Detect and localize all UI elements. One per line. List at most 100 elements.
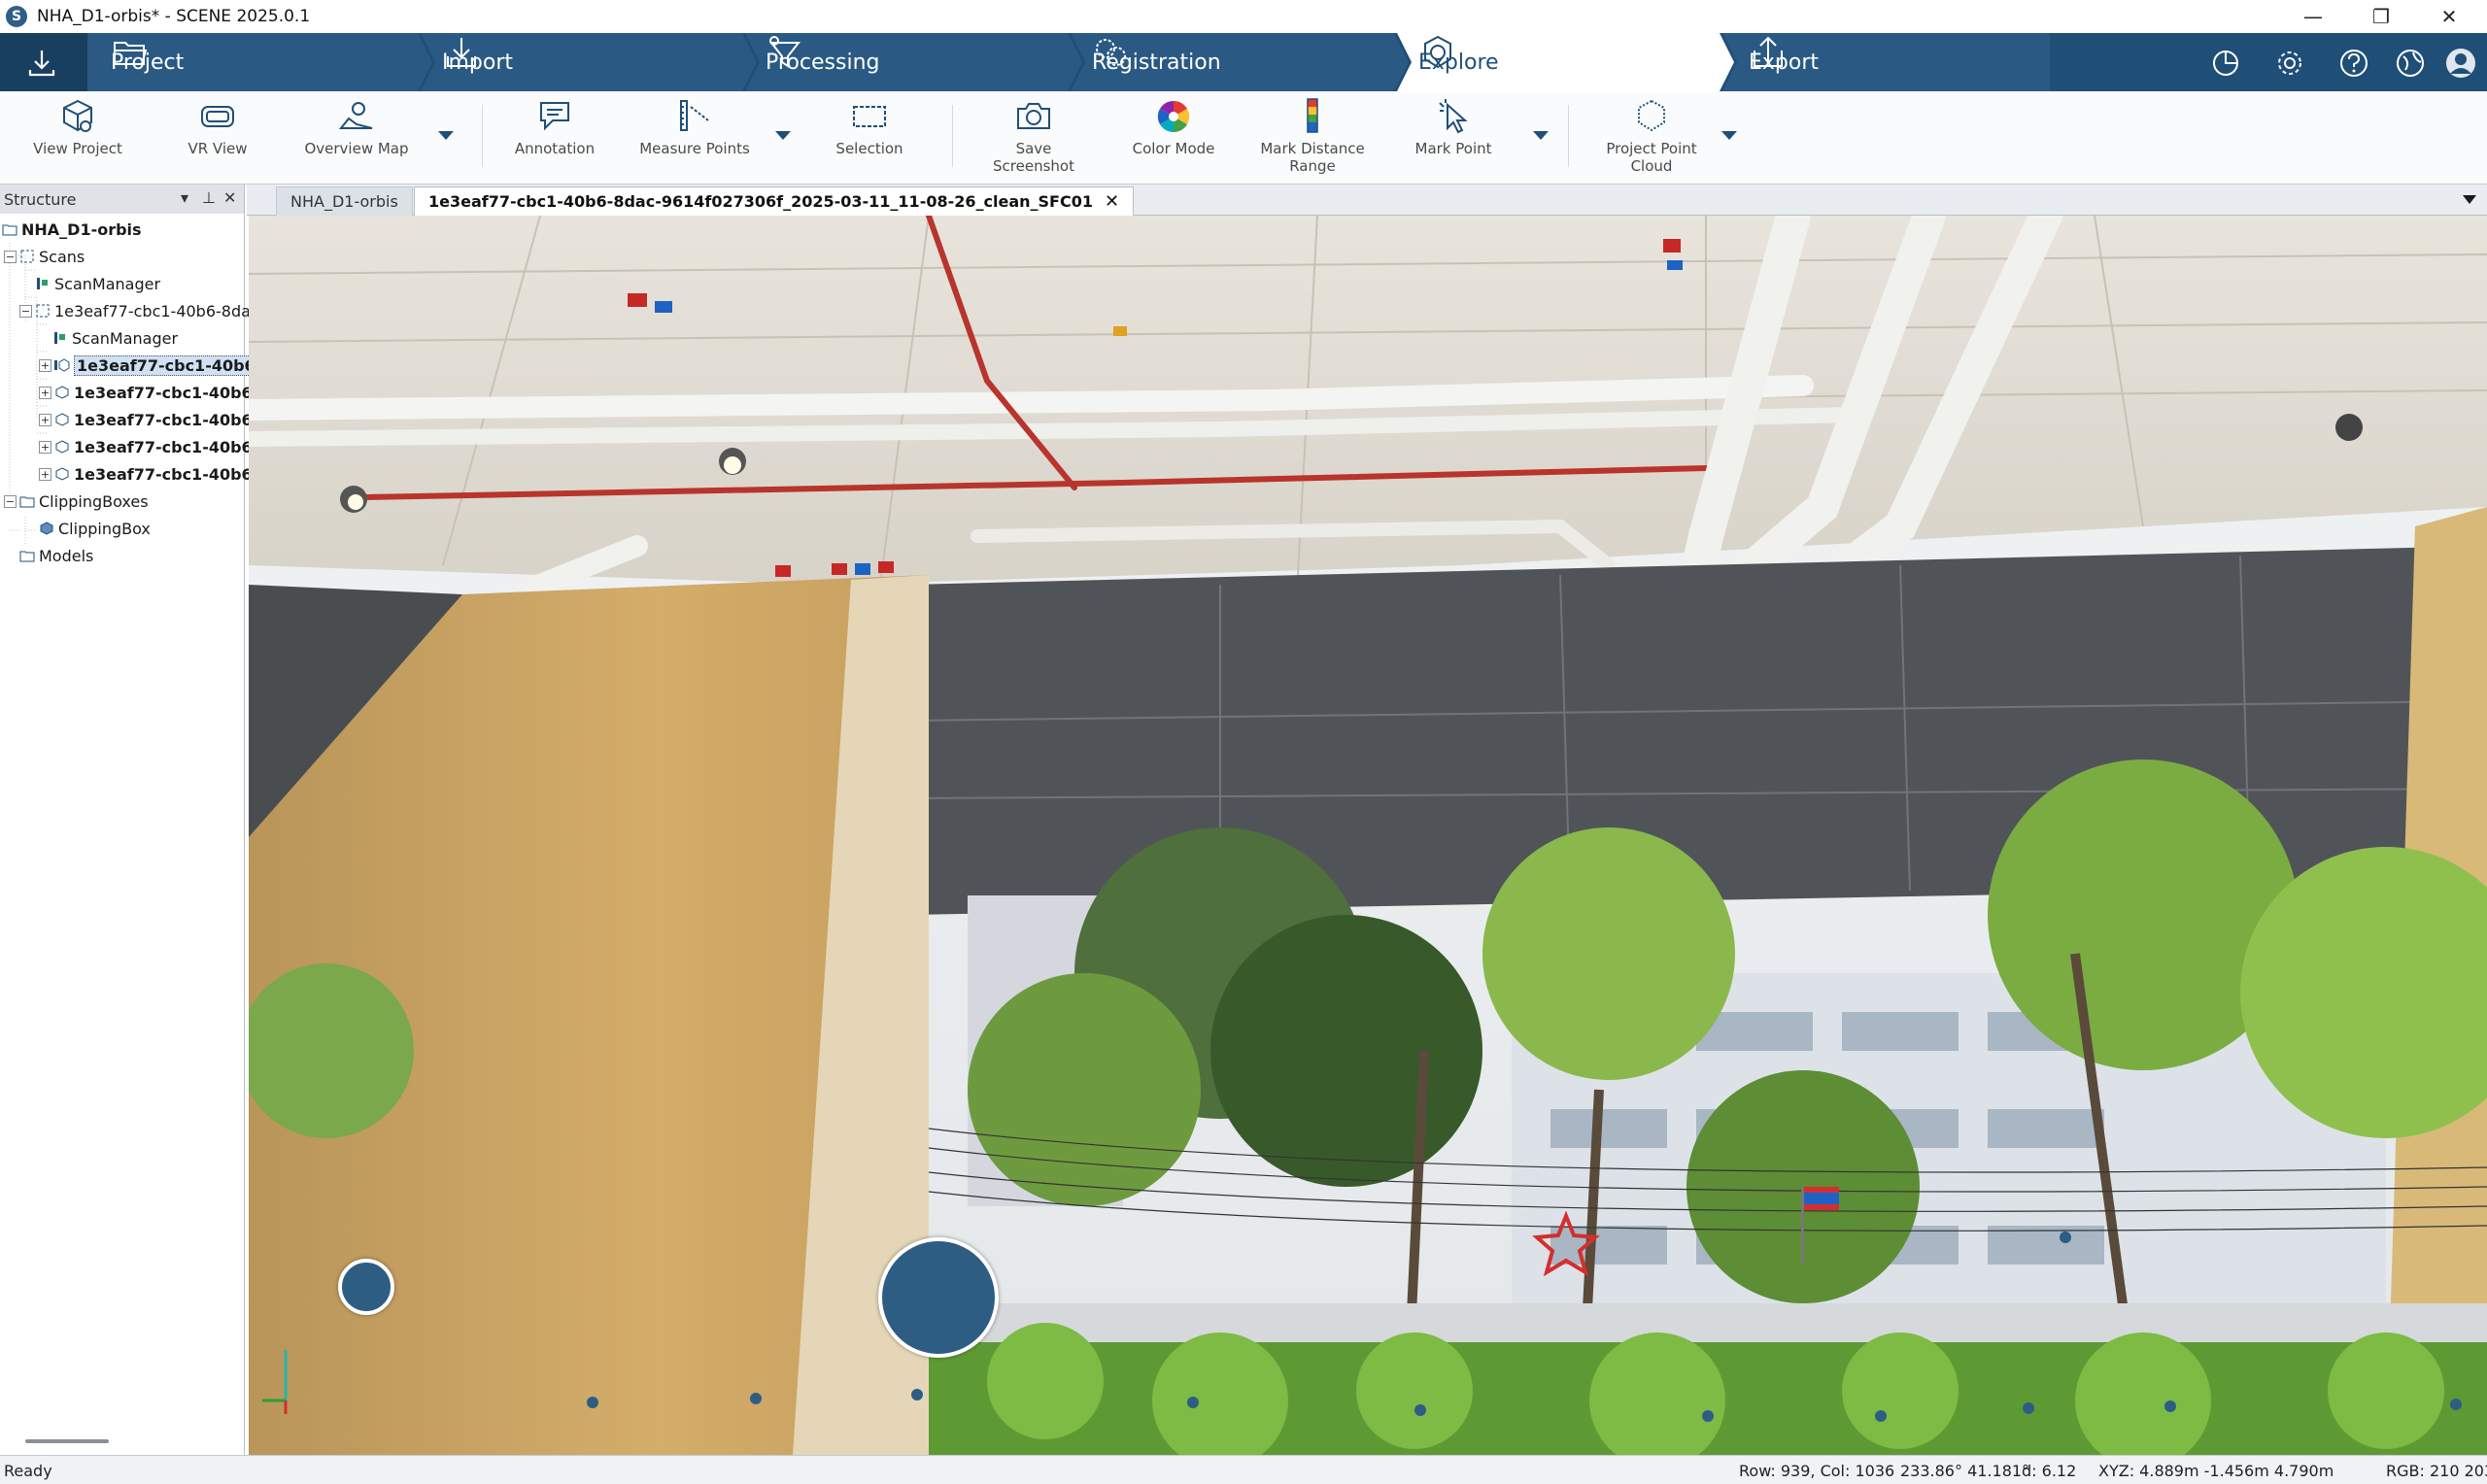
tab-processing[interactable]: Processing — [766, 33, 879, 91]
camera-icon — [1017, 103, 1050, 129]
expand-toggle[interactable]: + — [39, 413, 51, 426]
tree-item-scan-cluster[interactable]: − 1e3eaf77-cbc1-40b6-8dac-9614f027306f — [19, 297, 264, 324]
mark-distance-range-button[interactable]: Mark Distance Range — [1257, 95, 1368, 175]
map-icon — [338, 102, 373, 129]
scan-point[interactable] — [2450, 1399, 2462, 1410]
overview-map-button[interactable]: Overview Map — [303, 95, 410, 157]
import-icon — [447, 38, 476, 67]
measure-icon — [680, 100, 709, 131]
scan-point[interactable] — [750, 1393, 762, 1404]
view-project-button[interactable]: View Project — [29, 95, 126, 157]
collapse-toggle[interactable]: − — [19, 304, 32, 318]
help-icon[interactable] — [2337, 47, 2370, 80]
horizontal-scrollbar[interactable] — [25, 1439, 109, 1443]
tree-item-label: ScanManager — [72, 328, 179, 348]
project-point-cloud-dropdown-icon[interactable] — [1720, 128, 1739, 142]
scan-icon — [55, 413, 69, 426]
tab-scan-view[interactable]: 1e3eaf77-cbc1-40b6-8dac-9614f027306f_202… — [414, 186, 1135, 216]
tree-item-label: ClippingBox — [58, 519, 151, 538]
structure-panel-header: Structure ▾ ⊥ ✕ — [0, 185, 244, 214]
expand-toggle[interactable]: + — [39, 440, 51, 454]
structure-panel-title: Structure — [4, 189, 77, 209]
scan-position-marker-large[interactable] — [878, 1237, 999, 1358]
tree-item-clippingbox[interactable]: ClippingBox — [39, 515, 284, 542]
scan-point[interactable] — [1187, 1397, 1199, 1408]
tree-item-label: 1e3eaf77-cbc1-40b6 — [74, 354, 258, 376]
scan-point[interactable] — [2164, 1400, 2176, 1412]
scan-position-marker[interactable] — [338, 1259, 394, 1315]
tree-item-models[interactable]: Models — [19, 542, 264, 569]
tab-list-dropdown-icon[interactable] — [2462, 192, 2477, 206]
gear-icon[interactable] — [2273, 47, 2306, 80]
ribbon-toolbar: View Project VR View Overview Map Annota… — [0, 91, 2487, 185]
minimize-button[interactable]: — — [2279, 0, 2347, 33]
download-icon[interactable] — [25, 47, 58, 80]
annotation-button[interactable]: Annotation — [508, 95, 601, 157]
selection-button[interactable]: Selection — [827, 95, 912, 157]
status-state: Ready — [4, 1462, 52, 1480]
project-point-cloud-button[interactable]: Project Point Cloud — [1593, 95, 1710, 175]
document-tabs: NHA_D1-orbis 1e3eaf77-cbc1-40b6-8dac-961… — [247, 185, 2487, 216]
tree-item-label: 1e3eaf77-cbc1-40b6 — [74, 464, 253, 484]
status-row-col: Row: 939, Col: 1036 — [1739, 1462, 1895, 1480]
tree-item-scan-3[interactable]: + 1e3eaf77-cbc1-40b6 — [39, 406, 284, 433]
scan-point[interactable] — [1414, 1404, 1426, 1416]
close-button[interactable]: ✕ — [2415, 0, 2483, 33]
color-mode-button[interactable]: Color Mode — [1127, 95, 1220, 157]
tree-item-scan-2[interactable]: + 1e3eaf77-cbc1-40b6 — [39, 379, 284, 406]
scan-point[interactable] — [2023, 1402, 2034, 1414]
tab-explore[interactable]: Explore — [1418, 33, 1499, 91]
status-rgb: RGB: 210 203 — [2386, 1462, 2487, 1480]
measure-points-button[interactable]: Measure Points — [637, 95, 752, 157]
color-mode-label: Color Mode — [1132, 140, 1215, 157]
expand-toggle[interactable]: + — [39, 358, 51, 372]
tab-import[interactable]: Import — [442, 33, 513, 91]
scan-point[interactable] — [911, 1389, 923, 1400]
tree-item-scan-5[interactable]: + 1e3eaf77-cbc1-40b6 — [39, 460, 284, 488]
scan-icon — [54, 358, 70, 372]
tab-registration[interactable]: Registration — [1092, 33, 1221, 91]
collapse-toggle[interactable]: − — [4, 250, 17, 263]
scan-point[interactable] — [1702, 1410, 1714, 1422]
tree-item-scan-4[interactable]: + 1e3eaf77-cbc1-40b6 — [39, 433, 284, 460]
scan-icon — [55, 386, 69, 399]
mark-point-button[interactable]: Mark Point — [1407, 95, 1500, 157]
save-screenshot-button[interactable]: Save Screenshot — [973, 95, 1094, 175]
measure-dropdown-icon[interactable] — [773, 128, 793, 142]
expand-toggle[interactable]: + — [39, 386, 51, 399]
status-angles: 233.86° 41.181° — [1900, 1462, 2030, 1480]
pin-icon[interactable]: ⊥ — [202, 188, 216, 207]
user-avatar-icon[interactable] — [2444, 47, 2477, 80]
restore-button[interactable]: ❐ — [2347, 0, 2415, 33]
scan-point[interactable] — [587, 1397, 598, 1408]
expand-toggle[interactable]: + — [39, 467, 51, 481]
mark-point-dropdown-icon[interactable] — [1531, 128, 1550, 142]
panel-dropdown-icon[interactable]: ▾ — [181, 188, 188, 207]
view-project-label: View Project — [33, 140, 122, 157]
annotation-icon — [540, 102, 569, 131]
tab-close-icon[interactable]: ✕ — [1105, 191, 1119, 212]
collapse-toggle[interactable]: − — [4, 494, 17, 508]
tree-item-clippingboxes[interactable]: − ClippingBoxes — [4, 488, 249, 515]
globe-icon[interactable] — [2394, 47, 2427, 80]
folder-icon — [2, 224, 17, 236]
scan-point[interactable] — [2060, 1231, 2071, 1243]
tab-project-view[interactable]: NHA_D1-orbis — [276, 186, 413, 216]
ribbon-separator — [952, 105, 953, 167]
tab-project[interactable]: Project — [111, 33, 184, 91]
vr-view-button[interactable]: VR View — [179, 95, 256, 157]
scan-viewport[interactable] — [249, 216, 2487, 1455]
tree-item-project[interactable]: NHA_D1-orbis — [2, 216, 247, 243]
tree-item-label: 1e3eaf77-cbc1-40b6 — [74, 437, 253, 456]
save-screenshot-label: Save Screenshot — [993, 140, 1074, 175]
project-point-cloud-label: Project Point Cloud — [1606, 140, 1697, 175]
tree-item-scanmanager[interactable]: ScanManager — [35, 270, 280, 297]
scan-point[interactable] — [1875, 1410, 1887, 1422]
tree-item-scan-1[interactable]: + 1e3eaf77-cbc1-40b6 — [39, 352, 284, 379]
pie-chart-icon[interactable] — [2209, 47, 2242, 80]
overview-map-dropdown-icon[interactable] — [436, 128, 456, 142]
panel-close-icon[interactable]: ✕ — [223, 188, 236, 207]
tab-export[interactable]: Export — [1749, 33, 1819, 91]
scans-folder-icon — [20, 250, 34, 263]
tree-item-scans[interactable]: − Scans — [4, 243, 249, 270]
